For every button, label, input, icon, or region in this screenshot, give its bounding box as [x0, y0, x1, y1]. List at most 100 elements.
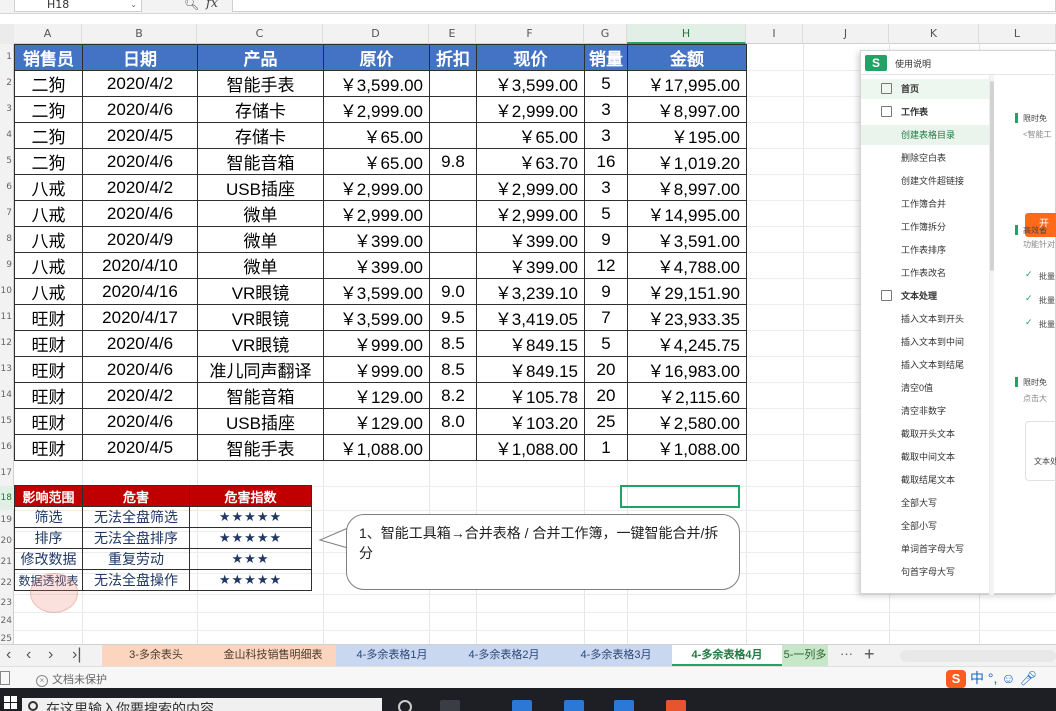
panel-scroll-thumb[interactable]	[990, 81, 994, 271]
table-cell[interactable]: 排序	[14, 527, 83, 549]
row-header[interactable]: 7	[0, 200, 14, 226]
table-cell[interactable]: 2020/4/6	[82, 408, 198, 435]
ime-tray[interactable]: S中 °, ☺ 🎤︎	[946, 668, 1056, 688]
table-cell[interactable]: 无法全盘筛选	[82, 506, 190, 528]
name-box[interactable]: H18 ⌄	[14, 0, 142, 12]
windows-start-icon[interactable]	[4, 696, 18, 710]
table-cell[interactable]: 微单	[197, 200, 324, 227]
impact-header-cell[interactable]: 危害	[82, 485, 190, 507]
column-header-d[interactable]: D	[323, 24, 429, 44]
table-cell[interactable]: ￥4,788.00	[627, 252, 747, 279]
sales-header-cell[interactable]: 金额	[627, 44, 747, 71]
table-cell[interactable]: USB插座	[197, 174, 324, 201]
table-cell[interactable]: 16	[584, 148, 628, 175]
column-header-c[interactable]: C	[197, 24, 323, 44]
table-cell[interactable]	[429, 96, 477, 123]
rating-stars[interactable]: ★★★	[189, 548, 312, 570]
column-header-k[interactable]: K	[889, 24, 979, 44]
table-cell[interactable]: ￥999.00	[323, 330, 430, 357]
table-cell[interactable]	[429, 200, 477, 227]
table-cell[interactable]: ￥3,599.00	[323, 278, 430, 305]
panel-nav-item[interactable]: 插入文本到开头	[861, 309, 989, 329]
sheet-tab[interactable]: 3-多余表头	[102, 645, 210, 666]
table-cell[interactable]: 8.5	[429, 356, 477, 383]
taskbar-app-icon[interactable]	[512, 700, 532, 711]
chevron-down-icon[interactable]: ⌄	[130, 0, 137, 11]
table-cell[interactable]: ￥8,997.00	[627, 96, 747, 123]
zoom-icon[interactable]: 🔍︎	[184, 0, 199, 11]
table-cell[interactable]: 二狗	[14, 70, 83, 97]
table-cell[interactable]: 2020/4/10	[82, 252, 198, 279]
table-cell[interactable]: 2020/4/2	[82, 382, 198, 409]
panel-nav-item[interactable]: 工作簿拆分	[861, 217, 989, 237]
taskbar-app-icon[interactable]	[564, 700, 584, 711]
panel-nav-item[interactable]: 创建文件超链接	[861, 171, 989, 191]
protection-status[interactable]: × 文档未保护	[36, 671, 107, 687]
taskbar-search-input[interactable]: 在这里输入你要搜索的内容	[22, 698, 382, 711]
table-cell[interactable]: ￥1,088.00	[627, 434, 747, 461]
table-cell[interactable]: ￥23,933.35	[627, 304, 747, 331]
table-cell[interactable]: 2020/4/16	[82, 278, 198, 305]
table-cell[interactable]	[429, 252, 477, 279]
panel-nav-item[interactable]: 删除空白表	[861, 148, 989, 168]
row-header[interactable]: 16	[0, 434, 14, 460]
table-cell[interactable]: ￥399.00	[323, 252, 430, 279]
table-cell[interactable]: 5	[584, 200, 628, 227]
panel-nav-item[interactable]: 截取中间文本	[861, 447, 989, 467]
impact-header-cell[interactable]: 危害指数	[189, 485, 312, 507]
mic-icon[interactable]: 🎤︎	[1016, 670, 1037, 686]
table-cell[interactable]: ￥63.70	[476, 148, 585, 175]
emoji-icon[interactable]: ☺	[997, 670, 1015, 686]
next-sheet-icon[interactable]: ›	[48, 646, 53, 664]
table-cell[interactable]: 二狗	[14, 96, 83, 123]
horizontal-scrollbar[interactable]	[900, 650, 1056, 662]
column-header-h[interactable]: H	[627, 24, 746, 44]
table-cell[interactable]: ￥3,599.00	[476, 70, 585, 97]
table-cell[interactable]: 重复劳动	[82, 548, 190, 570]
table-cell[interactable]: ￥849.15	[476, 356, 585, 383]
table-cell[interactable]: ￥399.00	[323, 226, 430, 253]
table-cell[interactable]: 3	[584, 96, 628, 123]
table-cell[interactable]: 25	[584, 408, 628, 435]
table-cell[interactable]: 7	[584, 304, 628, 331]
feature-card[interactable]: 文本处	[1025, 421, 1056, 481]
sheet-tab[interactable]: 4-多余表格3月	[560, 645, 672, 666]
table-cell[interactable]: 2020/4/2	[82, 70, 198, 97]
table-cell[interactable]: ￥1,019.20	[627, 148, 747, 175]
table-cell[interactable]: ￥8,997.00	[627, 174, 747, 201]
row-header[interactable]: 2	[0, 70, 14, 96]
ime-mode[interactable]: 中	[970, 670, 984, 686]
row-header[interactable]: 8	[0, 226, 14, 252]
table-cell[interactable]: 旺财	[14, 304, 83, 331]
table-cell[interactable]: 3	[584, 174, 628, 201]
table-cell[interactable]: 9.8	[429, 148, 477, 175]
row-header[interactable]: 22	[0, 573, 14, 594]
sheet-tab[interactable]: 4-多余表格1月	[336, 645, 448, 666]
select-all-corner[interactable]	[0, 24, 14, 44]
sales-header-cell[interactable]: 原价	[323, 44, 430, 71]
table-cell[interactable]: ￥65.00	[323, 148, 430, 175]
panel-nav-item[interactable]: 工作表	[861, 102, 989, 122]
row-header[interactable]: 9	[0, 252, 14, 278]
table-cell[interactable]: ￥29,151.90	[627, 278, 747, 305]
row-header[interactable]: 3	[0, 96, 14, 122]
table-cell[interactable]: ￥2,115.60	[627, 382, 747, 409]
table-cell[interactable]: USB插座	[197, 408, 324, 435]
row-header[interactable]: 13	[0, 356, 14, 382]
taskbar-app-icon[interactable]	[666, 700, 686, 711]
table-cell[interactable]: 2020/4/6	[82, 330, 198, 357]
table-cell[interactable]: ￥14,995.00	[627, 200, 747, 227]
row-header[interactable]: 12	[0, 330, 14, 356]
table-cell[interactable]: ￥1,088.00	[323, 434, 430, 461]
panel-nav-item[interactable]: 工作表排序	[861, 240, 989, 260]
row-header[interactable]: 21	[0, 552, 14, 573]
sales-header-cell[interactable]: 现价	[476, 44, 585, 71]
table-cell[interactable]: 八戒	[14, 226, 83, 253]
table-cell[interactable]: ￥2,999.00	[323, 200, 430, 227]
panel-nav-item[interactable]: 文本处理	[861, 286, 989, 306]
table-cell[interactable]: ￥65.00	[476, 122, 585, 149]
table-cell[interactable]: ￥3,599.00	[323, 70, 430, 97]
row-header[interactable]: 6	[0, 174, 14, 200]
row-header[interactable]: 14	[0, 382, 14, 408]
table-cell[interactable]: 9	[584, 226, 628, 253]
